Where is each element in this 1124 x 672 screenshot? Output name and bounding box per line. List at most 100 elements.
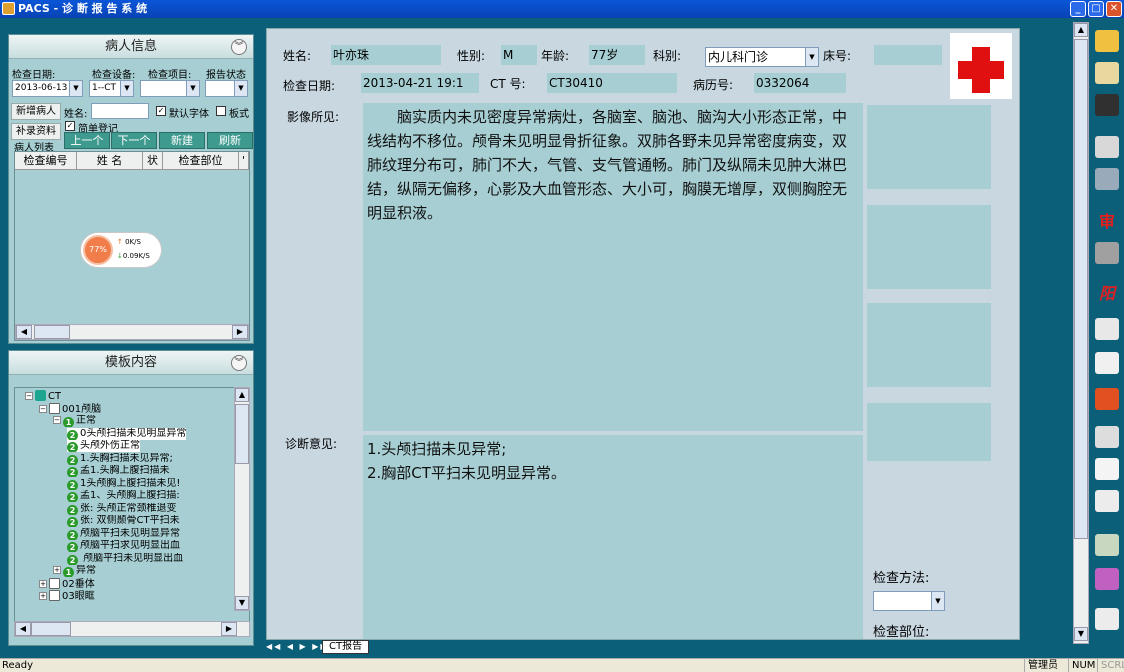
print-setup-icon[interactable] — [1095, 608, 1119, 630]
column-header-check-part[interactable]: 检查部位 — [163, 152, 239, 170]
minimize-button[interactable]: _ — [1070, 1, 1086, 17]
scroll-down-icon[interactable]: ▼ — [235, 596, 249, 610]
scroll-thumb[interactable] — [1074, 39, 1088, 539]
tab-ct-report[interactable]: CT报告 — [322, 640, 370, 654]
template-tree-item[interactable]: − 001颅脑 — [39, 402, 101, 415]
collapse-chevron-icon[interactable]: ︾ — [231, 39, 247, 55]
template-tree-vscrollbar[interactable]: ▲ ▼ — [234, 387, 250, 611]
image-slot-3[interactable] — [867, 303, 991, 387]
diagnosis-textarea[interactable]: 1.头颅扫描未见异常; 2.胸部CT平扫未见明显异常。 — [363, 435, 863, 639]
positive-icon[interactable]: 阳 — [1095, 280, 1119, 303]
template-tree-item[interactable]: 2 颅脑平扫未见明显出血 — [67, 553, 183, 565]
review-icon[interactable]: 审 — [1095, 208, 1119, 231]
template-tree-item[interactable]: 2 颅脑平扫求见明显出血 — [67, 540, 180, 552]
scroll-left-icon[interactable]: ◀ — [15, 622, 31, 636]
scroll-right-icon[interactable]: ▶ — [221, 622, 237, 636]
template-tree-item[interactable]: 2 头颅外伤正常 — [67, 440, 140, 452]
collapse-icon[interactable]: − — [39, 404, 47, 413]
xray-image-icon[interactable] — [1095, 136, 1119, 158]
template-tree[interactable]: − CT −001颅脑 −1 正常 2 0头颅扫描未见明显异常 2 头颅外伤正常 2 1.头胸扫描未… — [14, 387, 250, 627]
diamond-icon[interactable] — [1095, 388, 1119, 410]
sex-value[interactable]: M — [501, 45, 537, 65]
report-status-select[interactable]: ▼ — [205, 80, 248, 97]
close-button[interactable]: ✕ — [1106, 1, 1122, 17]
template-tree-item[interactable]: 2 0头颅扫描未见明显异常 — [67, 427, 187, 440]
check-date-value[interactable]: 2013-04-21 19:1 — [361, 73, 479, 93]
template-tree-item[interactable]: +03眼眶 — [39, 590, 95, 602]
ct-number-value[interactable]: CT30410 — [547, 73, 677, 93]
simple-register-checkbox[interactable]: ✓ — [65, 121, 75, 131]
collapse-icon[interactable]: − — [25, 392, 33, 400]
report-vscrollbar[interactable]: ▲ ▼ — [1073, 22, 1089, 644]
image-slot-2[interactable] — [867, 205, 991, 289]
template-tree-item[interactable]: 2 孟1、头颅胸上腹扫描: — [67, 490, 180, 502]
tab-navigation-arrows[interactable]: ◀◀ ◀ ▶ ▶▶ — [266, 642, 329, 651]
scroll-right-icon[interactable]: ▶ — [232, 325, 248, 339]
template-tree-item[interactable]: − CT — [25, 390, 61, 402]
magnifier-icon[interactable] — [1095, 426, 1119, 448]
scroll-left-icon[interactable]: ◀ — [16, 325, 32, 339]
check-item-select[interactable]: ▼ — [140, 80, 200, 97]
record-no-value[interactable]: 0332064 — [754, 73, 846, 93]
xray-image-2-icon[interactable] — [1095, 168, 1119, 190]
scroll-up-icon[interactable]: ▲ — [1074, 23, 1088, 37]
check-method-select[interactable]: ▼ — [873, 591, 945, 611]
next-button[interactable]: 下一个 — [111, 132, 157, 149]
template-tree-item[interactable]: 2 孟1.头胸上腹扫描未 — [67, 465, 170, 477]
template-tree-item[interactable]: +1 异常 — [53, 565, 96, 577]
findings-textarea[interactable]: 脑实质内未见密度异常病灶，各脑室、脑池、脑沟大小形态正常，中线结构不移位。颅骨未… — [363, 103, 863, 431]
template-tree-hscrollbar[interactable]: ◀ ▶ — [14, 621, 250, 637]
column-header-extra[interactable]: ' — [239, 152, 249, 170]
column-header-check-no[interactable]: 检查编号 — [15, 152, 77, 170]
scroll-thumb[interactable] — [235, 404, 249, 464]
refresh-button[interactable]: 刷新 — [207, 132, 253, 149]
window-titlebar[interactable]: PACS - 诊 断 报 告 系 统 _ □ ✕ — [0, 0, 1124, 18]
printer-icon[interactable] — [1095, 318, 1119, 340]
board-style-checkbox[interactable] — [216, 106, 226, 116]
expand-icon[interactable]: + — [39, 579, 47, 588]
clipboard-icon[interactable] — [1095, 62, 1119, 84]
new-button[interactable]: 新建 — [159, 132, 205, 149]
scroll-thumb[interactable] — [31, 622, 71, 636]
add-patient-button[interactable]: 新增病人 — [11, 103, 61, 120]
patient-list-hscrollbar[interactable]: ◀ ▶ — [15, 324, 249, 340]
template-tree-item[interactable]: −1 正常 — [53, 415, 96, 427]
expand-icon[interactable]: + — [39, 592, 47, 600]
image-slot-4[interactable] — [867, 403, 991, 461]
bed-no-value[interactable] — [874, 45, 942, 65]
template-tree-item[interactable]: 2 1头颅胸上腹扫描未见! — [67, 478, 180, 490]
print-preview-icon[interactable] — [1095, 458, 1119, 480]
patient-name-value[interactable]: 叶亦珠 — [331, 45, 441, 65]
template-tree-item[interactable]: +02垂体 — [39, 577, 95, 590]
scroll-down-icon[interactable]: ▼ — [1074, 627, 1088, 641]
column-header-status[interactable]: 状 — [143, 152, 163, 170]
maximize-button[interactable]: □ — [1088, 1, 1104, 17]
open-folder-icon[interactable] — [1095, 30, 1119, 52]
document-icon[interactable] — [1095, 352, 1119, 374]
name-search-input[interactable] — [91, 103, 149, 119]
template-tree-item[interactable]: 2 张: 双侧颞骨CT平扫未 — [67, 515, 180, 527]
prev-button[interactable]: 上一个 — [64, 132, 110, 149]
default-font-checkbox[interactable]: ✓ — [156, 106, 166, 116]
collapse-icon[interactable]: − — [53, 416, 61, 424]
signature-icon[interactable] — [1095, 534, 1119, 556]
collapse-chevron-icon[interactable]: ︾ — [231, 355, 247, 371]
exit-icon[interactable] — [1095, 568, 1119, 590]
template-tree-item[interactable]: 2 颅脑平扫未见明显异常 — [67, 528, 180, 540]
age-value[interactable]: 77岁 — [589, 45, 645, 65]
check-date-select[interactable]: 2013-06-13 ▼ — [12, 80, 83, 97]
column-header-name[interactable]: 姓 名 — [77, 152, 143, 170]
template-tree-item[interactable]: 2 1.头胸扫描未见异常; — [67, 453, 173, 465]
print-list-icon[interactable] — [1095, 490, 1119, 512]
expand-icon[interactable]: + — [53, 566, 61, 574]
department-select[interactable]: 内儿科门诊 ▼ — [705, 47, 819, 67]
scroll-up-icon[interactable]: ▲ — [235, 388, 249, 402]
blank-icon[interactable] — [1095, 242, 1119, 264]
check-device-select[interactable]: 1--CT ▼ — [89, 80, 134, 97]
image-slot-1[interactable] — [867, 105, 991, 189]
template-tree-item[interactable]: 2 张: 头颅正常颈椎退变 — [67, 503, 177, 515]
save-icon[interactable] — [1095, 94, 1119, 116]
network-speed-widget[interactable]: 77% ↑ 0K/S ↓0.09K/S — [80, 232, 162, 268]
scroll-thumb[interactable] — [34, 325, 70, 339]
supplement-data-button[interactable]: 补录资料 — [11, 123, 61, 140]
